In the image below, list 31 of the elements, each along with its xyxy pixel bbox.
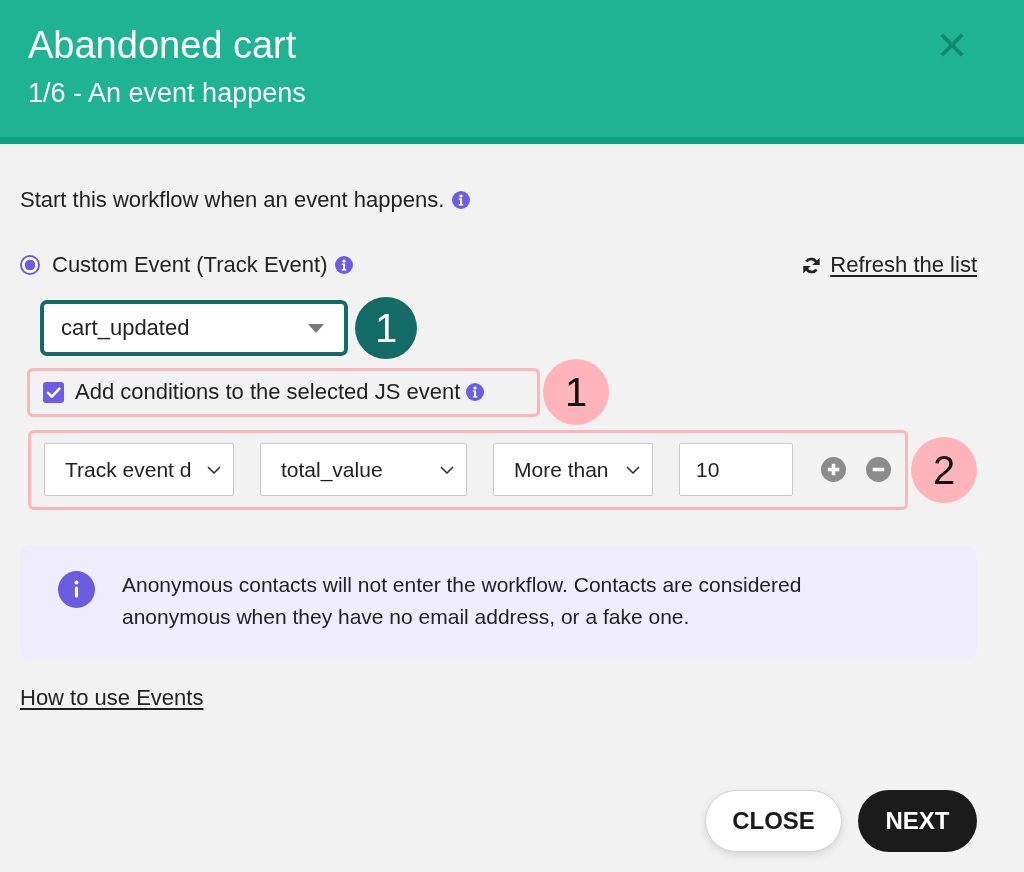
radio-button[interactable] <box>20 255 40 275</box>
info-icon[interactable] <box>466 383 485 401</box>
minus-circle-icon[interactable] <box>866 457 891 482</box>
refresh-link[interactable]: Refresh the list <box>802 252 977 278</box>
radio-label[interactable]: Custom Event (Track Event) <box>52 252 328 278</box>
condition-select[interactable]: Track event d <box>44 443 234 496</box>
condition-select[interactable]: More than <box>493 443 653 496</box>
condition-select[interactable]: total_value <box>260 443 467 496</box>
intro-text: Start this workflow when an event happens. <box>20 186 445 214</box>
refresh-icon <box>802 255 822 275</box>
info-icon <box>58 571 95 608</box>
event-dropdown[interactable]: cart_updated <box>40 300 348 356</box>
info-icon[interactable] <box>335 256 354 274</box>
callout-number: 1 <box>543 359 609 425</box>
close-button[interactable]: CLOSE <box>705 790 842 852</box>
caret-down-icon <box>308 323 324 333</box>
chevron-down-icon <box>207 465 221 474</box>
value-input[interactable]: 10 <box>679 443 793 496</box>
chevron-down-icon <box>440 465 454 474</box>
plus-circle-icon[interactable] <box>821 457 846 482</box>
callout-number: 1 <box>355 297 417 359</box>
checkbox[interactable] <box>43 381 64 403</box>
dialog-title: Abandoned cart <box>28 23 298 68</box>
next-button[interactable]: NEXT <box>858 790 977 852</box>
chevron-down-icon <box>626 465 640 474</box>
dialog-subtitle: 1/6 - An event happens <box>28 77 306 110</box>
notice-text: Anonymous contacts will not enter the workflow. Contacts are considered anonymous when they have no email address, or a fake one. <box>122 572 803 630</box>
callout-number: 2 <box>911 437 977 503</box>
info-icon[interactable] <box>452 191 471 209</box>
checkbox-label[interactable]: Add conditions to the selected JS event <box>75 379 461 405</box>
help-link[interactable]: How to use Events <box>20 683 204 713</box>
